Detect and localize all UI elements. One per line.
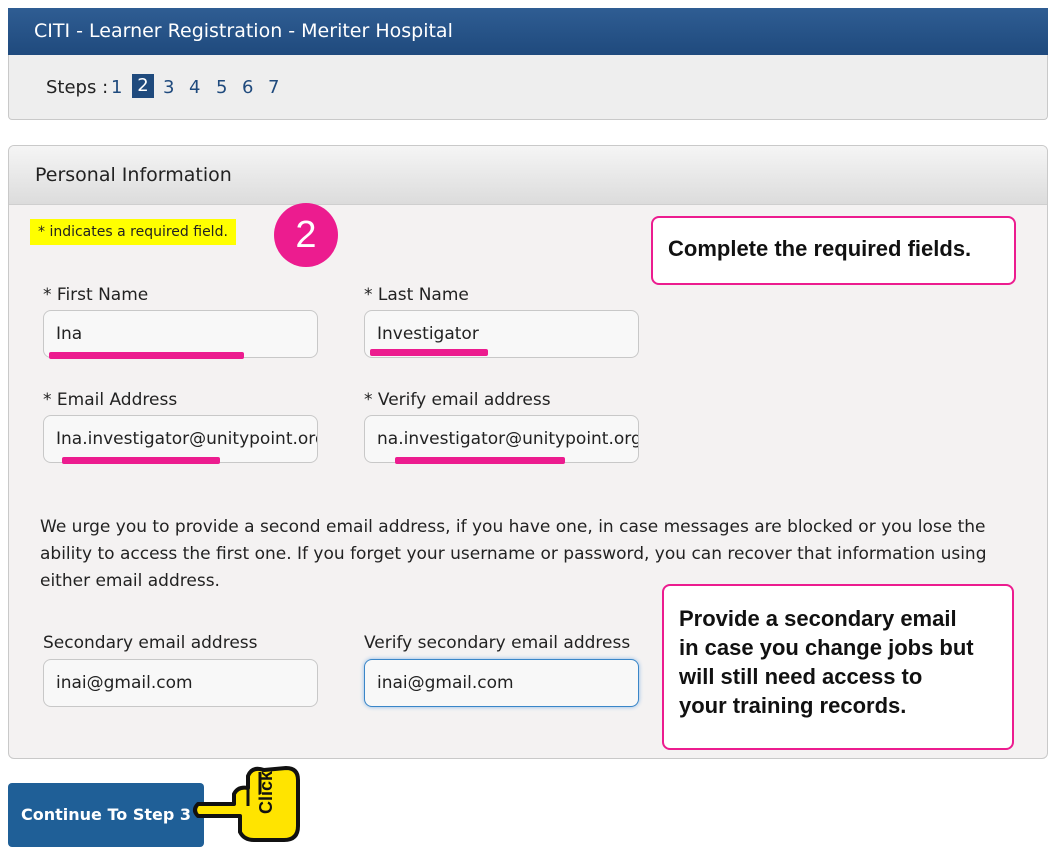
verify-secondary-email-label: Verify secondary email address [364,633,631,653]
callout-required-fields: Complete the required fields. [651,216,1016,285]
step-link-5[interactable]: 5 [216,77,227,98]
continue-button[interactable]: Continue To Step 3 [8,783,204,847]
secondary-email-input[interactable]: inai@gmail.com [43,659,318,707]
callout-line: will still need access to [679,664,923,689]
highlight-underline [62,457,220,464]
secondary-email-explanation: We urge you to provide a second email ad… [40,517,987,591]
email-input[interactable]: Ina.investigator@unitypoint.org [43,415,318,463]
secondary-email-label: Secondary email address [43,633,258,653]
highlight-underline [370,349,488,356]
email-label: * Email Address [43,390,178,410]
step-link-1[interactable]: 1 [111,77,122,98]
step-link-3[interactable]: 3 [163,77,174,98]
first-name-input[interactable]: Ina [43,310,318,358]
window-title: CITI - Learner Registration - Meriter Ho… [8,8,1048,55]
step-number-badge: 2 [274,203,338,267]
step-link-4[interactable]: 4 [189,77,200,98]
highlight-underline [49,352,244,359]
steps-label: Steps : [46,77,109,98]
panel-title: Personal Information [35,164,232,186]
callout-line: in case you change jobs but [679,635,974,660]
steps-bar: Steps : 1 2 3 4 5 6 7 [8,55,1048,120]
verify-secondary-email-input[interactable]: inai@gmail.com [364,659,639,707]
click-label: Click [256,770,276,814]
last-name-label: * Last Name [364,285,469,305]
callout-line: your training records. [679,693,907,718]
verify-email-input[interactable]: na.investigator@unitypoint.org [364,415,639,463]
step-link-6[interactable]: 6 [242,77,253,98]
first-name-label: * First Name [43,285,149,305]
panel-header: Personal Information [9,146,1047,205]
callout-secondary-email: Provide a secondary email in case you ch… [662,584,1014,750]
highlight-underline [395,457,565,464]
personal-info-panel: Personal Information * indicates a requi… [8,145,1048,759]
step-link-7[interactable]: 7 [268,77,279,98]
pointing-hand-icon: Click [193,766,300,842]
required-field-note: * indicates a required field. [30,219,236,245]
step-current-2: 2 [132,74,154,98]
callout-line: Provide a secondary email [679,606,957,631]
verify-email-label: * Verify email address [364,390,551,410]
